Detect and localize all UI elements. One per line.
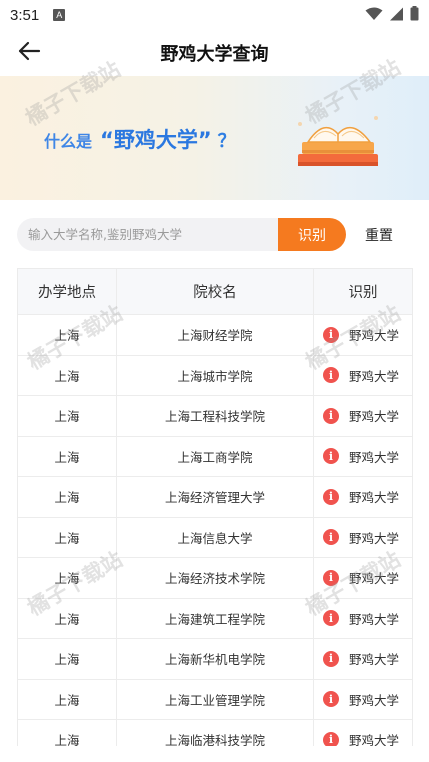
result-label: 野鸡大学 [349, 449, 400, 465]
battery-icon [410, 5, 419, 25]
cell-result: i 野鸡大学 [314, 518, 412, 558]
warning-info-icon: i [323, 691, 339, 708]
warning-info-icon: i [323, 529, 339, 546]
result-label: 野鸡大学 [349, 409, 400, 425]
warning-info-icon: i [323, 448, 339, 465]
warning-info-icon: i [323, 650, 339, 667]
cell-location: 上海 [18, 477, 117, 517]
banner-suffix: ？ [217, 131, 236, 152]
cell-location: 上海 [18, 639, 117, 679]
banner: 什么是 “野鸡大学” ？ [0, 76, 429, 200]
warning-info-icon: i [323, 610, 339, 627]
warning-info-icon: i [323, 569, 339, 586]
cell-school-name: 上海临港科技学院 [117, 720, 314, 746]
results-table[interactable]: 办学地点 院校名 识别 上海 上海财经学院 i 野鸡大学 上海 上海城市学院 i 野鸡大学 上海… [17, 268, 413, 746]
cell-location: 上海 [18, 517, 117, 557]
cell-school-name: 上海经济技术学院 [117, 558, 314, 598]
table-row[interactable]: 上海 上海经济管理大学 i 野鸡大学 [18, 477, 412, 518]
cell-result: i 野鸡大学 [314, 437, 412, 477]
signal-icon [389, 6, 404, 25]
status-bar: 3:51 A [0, 0, 429, 30]
banner-prefix: 什么是 [44, 132, 93, 151]
cell-result: i 野鸡大学 [314, 720, 412, 746]
cell-school-name: 上海工程科技学院 [117, 396, 314, 436]
back-button[interactable] [12, 38, 46, 68]
table-body: 上海 上海财经学院 i 野鸡大学 上海 上海城市学院 i 野鸡大学 上海 上海工程科技学院 i 野鸡大… [18, 315, 412, 746]
cell-location: 上海 [18, 396, 117, 436]
cell-location: 上海 [18, 355, 117, 395]
result-label: 野鸡大学 [349, 652, 400, 668]
status-time: 3:51 [10, 6, 40, 24]
warning-info-icon: i [323, 326, 339, 343]
warning-info-icon: i [323, 407, 339, 424]
status-icons [365, 5, 419, 25]
cell-result: i 野鸡大学 [314, 315, 412, 355]
notification-icon: A [53, 9, 66, 21]
cell-result: i 野鸡大学 [314, 558, 412, 598]
cell-result: i 野鸡大学 [314, 356, 412, 396]
table-row[interactable]: 上海 上海工业管理学院 i 野鸡大学 [18, 679, 412, 720]
header-school-name: 院校名 [117, 269, 314, 314]
identify-button[interactable]: 识别 [278, 218, 346, 251]
result-label: 野鸡大学 [349, 611, 400, 627]
result-label: 野鸡大学 [349, 368, 400, 384]
cell-school-name: 上海工商学院 [117, 436, 314, 476]
banner-text: 什么是 “野鸡大学” ？ [44, 124, 236, 154]
cell-location: 上海 [18, 598, 117, 638]
table-row[interactable]: 上海 上海经济技术学院 i 野鸡大学 [18, 558, 412, 599]
result-label: 野鸡大学 [349, 733, 400, 746]
result-label: 野鸡大学 [349, 328, 400, 344]
cell-school-name: 上海财经学院 [117, 315, 314, 355]
books-illustration-icon [290, 104, 386, 180]
cell-location: 上海 [18, 315, 117, 355]
search-input[interactable] [28, 227, 278, 242]
table-row[interactable]: 上海 上海信息大学 i 野鸡大学 [18, 517, 412, 558]
reset-button[interactable]: 重置 [365, 225, 393, 245]
header-result: 识别 [348, 285, 378, 301]
warning-info-icon: i [323, 367, 339, 384]
header-location: 办学地点 [18, 269, 117, 314]
result-label: 野鸡大学 [349, 490, 400, 506]
cell-result: i 野鸡大学 [314, 599, 412, 639]
cell-school-name: 上海城市学院 [117, 355, 314, 395]
banner-highlight: “野鸡大学” [100, 128, 212, 152]
cell-result: i 野鸡大学 [314, 396, 412, 436]
cell-school-name: 上海信息大学 [117, 517, 314, 557]
cell-school-name: 上海建筑工程学院 [117, 598, 314, 638]
warning-info-icon: i [323, 731, 339, 746]
result-label: 野鸡大学 [349, 571, 400, 587]
wifi-icon [365, 6, 383, 25]
search-row: 识别 重置 [17, 218, 412, 251]
cell-location: 上海 [18, 436, 117, 476]
back-arrow-icon [17, 41, 41, 65]
table-row[interactable]: 上海 上海财经学院 i 野鸡大学 [18, 315, 412, 356]
cell-location: 上海 [18, 679, 117, 719]
cell-result: i 野鸡大学 [314, 680, 412, 720]
cell-school-name: 上海新华机电学院 [117, 639, 314, 679]
table-row[interactable]: 上海 上海建筑工程学院 i 野鸡大学 [18, 598, 412, 639]
table-row[interactable]: 上海 上海工程科技学院 i 野鸡大学 [18, 396, 412, 437]
cell-result: i 野鸡大学 [314, 639, 412, 679]
result-label: 野鸡大学 [349, 692, 400, 708]
table-row[interactable]: 上海 上海城市学院 i 野鸡大学 [18, 355, 412, 396]
table-header: 办学地点 院校名 识别 [18, 269, 412, 315]
app-bar: 野鸡大学查询 [0, 30, 429, 76]
cell-school-name: 上海工业管理学院 [117, 679, 314, 719]
search-box [17, 218, 278, 251]
cell-location: 上海 [18, 720, 117, 746]
warning-info-icon: i [323, 488, 339, 505]
cell-school-name: 上海经济管理大学 [117, 477, 314, 517]
table-row[interactable]: 上海 上海临港科技学院 i 野鸡大学 [18, 720, 412, 746]
table-row[interactable]: 上海 上海工商学院 i 野鸡大学 [18, 436, 412, 477]
cell-location: 上海 [18, 558, 117, 598]
page-title: 野鸡大学查询 [160, 44, 269, 65]
table-row[interactable]: 上海 上海新华机电学院 i 野鸡大学 [18, 639, 412, 680]
cell-result: i 野鸡大学 [314, 477, 412, 517]
result-label: 野鸡大学 [349, 530, 400, 546]
